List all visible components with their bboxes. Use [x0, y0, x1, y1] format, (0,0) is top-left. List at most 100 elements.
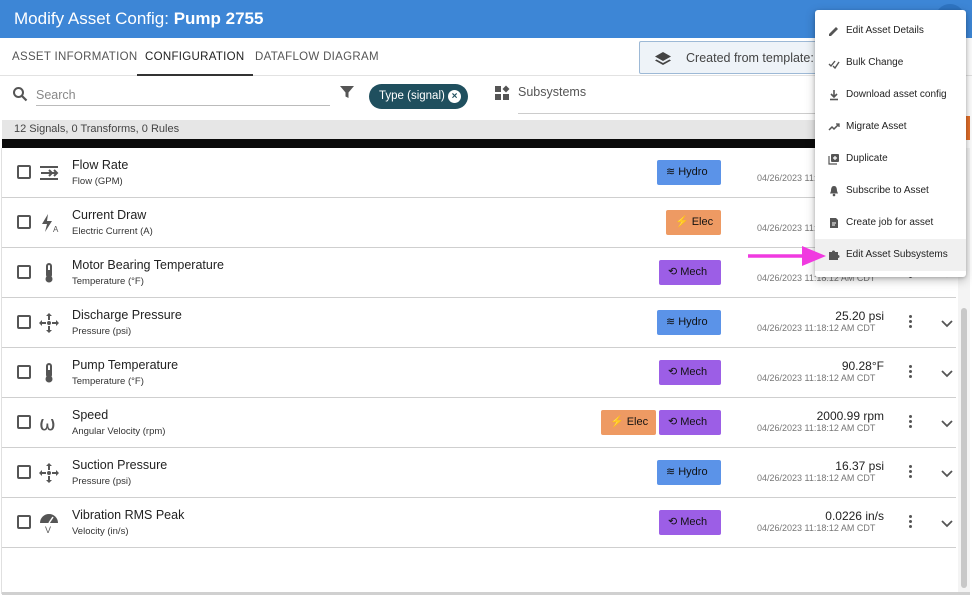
template-text: Created from template: [686, 51, 814, 65]
tag-mech: ⟲ Mech [659, 410, 721, 435]
tab-dataflow-diagram[interactable]: DATAFLOW DIAGRAM [255, 38, 379, 76]
app-window: Modify Asset Config: Pump 2755 ASSET INF… [0, 0, 972, 599]
more-vert-icon[interactable] [906, 365, 914, 381]
horizontal-scrollbar[interactable] [2, 592, 970, 595]
menu-item-migrate-asset[interactable]: Migrate Asset [815, 111, 966, 143]
signal-timestamp: 04/26/2023 11:18:12 AM CDT [757, 523, 876, 533]
table-row[interactable]: A Current Draw Electric Current (A) ⚡ Elec 04… [2, 198, 956, 248]
more-vert-icon[interactable] [906, 415, 914, 431]
hydro-icon: ≋ [666, 316, 676, 328]
table-row[interactable]: ω Speed Angular Velocity (rpm) ⚡ Elec ⟲ Mech 20… [2, 398, 956, 448]
mech-icon: ⟲ [668, 516, 678, 528]
signal-timestamp: 04/26/2023 11:18:12 AM CDT [757, 423, 876, 433]
search-icon [13, 87, 28, 102]
signal-unit: Velocity (in/s) [72, 526, 129, 537]
row-checkbox[interactable] [17, 515, 31, 529]
type-signal-chip[interactable]: Type (signal) × [369, 84, 468, 109]
download-icon [828, 89, 840, 101]
signal-name: Speed [72, 408, 109, 422]
signal-name: Pump Temperature [72, 358, 179, 372]
tag-label: Mech [680, 366, 708, 378]
chevron-down-icon[interactable] [940, 466, 954, 480]
menu-item-edit-asset-subsystems[interactable]: Edit Asset Subsystems [815, 239, 966, 271]
menu-item-label: Subscribe to Asset [846, 185, 929, 196]
menu-item-duplicate[interactable]: Duplicate [815, 143, 966, 175]
tab-asset-information[interactable]: ASSET INFORMATION [12, 38, 137, 76]
signal-name: Current Draw [72, 208, 147, 222]
more-vert-icon[interactable] [906, 515, 914, 531]
search-input[interactable] [36, 84, 330, 106]
chevron-down-icon[interactable] [940, 366, 954, 380]
more-vert-icon[interactable] [906, 465, 914, 481]
row-checkbox[interactable] [17, 215, 31, 229]
tag-mech: ⟲ Mech [659, 360, 721, 385]
pressure-arrows-icon [38, 462, 60, 484]
signal-unit: Angular Velocity (rpm) [72, 426, 166, 437]
signal-value: 25.20 psi [835, 309, 884, 323]
filter-icon[interactable] [339, 84, 355, 100]
menu-item-label: Download asset config [846, 89, 947, 100]
more-vert-icon[interactable] [906, 315, 914, 331]
menu-item-download-asset-config[interactable]: Download asset config [815, 79, 966, 111]
row-checkbox[interactable] [17, 265, 31, 279]
signal-name: Discharge Pressure [72, 308, 182, 322]
job-icon [828, 217, 840, 229]
thermometer-icon [38, 262, 60, 284]
table-row[interactable]: Pump Temperature Temperature (°F) ⟲ Mech 90.… [2, 348, 956, 398]
row-checkbox[interactable] [17, 465, 31, 479]
scrollbar-thumb[interactable] [961, 308, 967, 588]
signal-name: Suction Pressure [72, 458, 168, 472]
tag-hydro: ≋ Hydro [657, 310, 721, 335]
pencil-icon [828, 25, 840, 37]
elec-icon: ⚡ [675, 216, 689, 228]
duplicate-icon [828, 153, 840, 165]
chevron-down-icon[interactable] [940, 516, 954, 530]
pointer-arrow-icon [748, 246, 826, 266]
tab-configuration[interactable]: CONFIGURATION [137, 38, 253, 76]
asset-actions-menu: Edit Asset Details Bulk Change Download as… [815, 10, 966, 277]
row-checkbox[interactable] [17, 365, 31, 379]
signal-value: 0.0226 in/s [825, 509, 884, 523]
chip-label: Type (signal) [379, 90, 445, 102]
pressure-arrows-icon [38, 312, 60, 334]
tag-elec: ⚡ Elec [666, 210, 721, 235]
table-row[interactable]: Suction Pressure Pressure (psi) ≋ Hydro 16.3… [2, 448, 956, 498]
chip-remove-icon[interactable]: × [448, 90, 461, 103]
omega-icon: ω [38, 411, 60, 435]
signal-unit: Temperature (°F) [72, 376, 144, 387]
subsystems-icon [495, 85, 510, 100]
menu-item-subscribe-to-asset[interactable]: Subscribe to Asset [815, 175, 966, 207]
header-divider [2, 139, 956, 148]
bulk-change-icon [828, 57, 840, 70]
tag-mech: ⟲ Mech [659, 260, 721, 285]
chevron-down-icon[interactable] [940, 316, 954, 330]
current-bolt-icon: A [38, 212, 60, 234]
signal-unit: Pressure (psi) [72, 476, 132, 487]
table-row[interactable]: V Vibration RMS Peak Velocity (in/s) ⟲ Mech 0… [2, 498, 956, 548]
signal-timestamp: 04/26/2023 11:18:12 AM CDT [757, 323, 876, 333]
title-prefix: Modify Asset Config: [14, 9, 174, 28]
flow-arrows-icon [38, 162, 60, 184]
svg-text:V: V [45, 525, 51, 534]
menu-item-label: Edit Asset Subsystems [846, 249, 948, 260]
menu-item-create-job-for-asset[interactable]: Create job for asset [815, 207, 966, 239]
subsystems-select[interactable]: Subsystems [518, 82, 818, 114]
row-checkbox[interactable] [17, 315, 31, 329]
menu-item-edit-asset-details[interactable]: Edit Asset Details [815, 15, 966, 47]
signal-value: 2000.99 rpm [816, 409, 884, 423]
row-checkbox[interactable] [17, 415, 31, 429]
row-checkbox[interactable] [17, 165, 31, 179]
template-info-box[interactable]: Created from template: [639, 41, 839, 74]
tag-label: Hydro [678, 466, 708, 478]
mech-icon: ⟲ [668, 266, 678, 278]
layers-icon [655, 52, 671, 65]
menu-item-bulk-change[interactable]: Bulk Change [815, 47, 966, 79]
trend-icon [828, 121, 840, 133]
signal-name: Motor Bearing Temperature [72, 258, 224, 272]
chevron-down-icon[interactable] [940, 416, 954, 430]
table-row[interactable]: Flow RateFlow (GPM)≋Hydro04/26/2023 11:1… [2, 148, 956, 198]
bell-icon [828, 185, 840, 197]
table-row[interactable]: Discharge Pressure Pressure (psi) ≋ Hydro 25… [2, 298, 956, 348]
svg-text:ω: ω [39, 412, 56, 434]
elec-icon: ⚡ [610, 416, 624, 428]
